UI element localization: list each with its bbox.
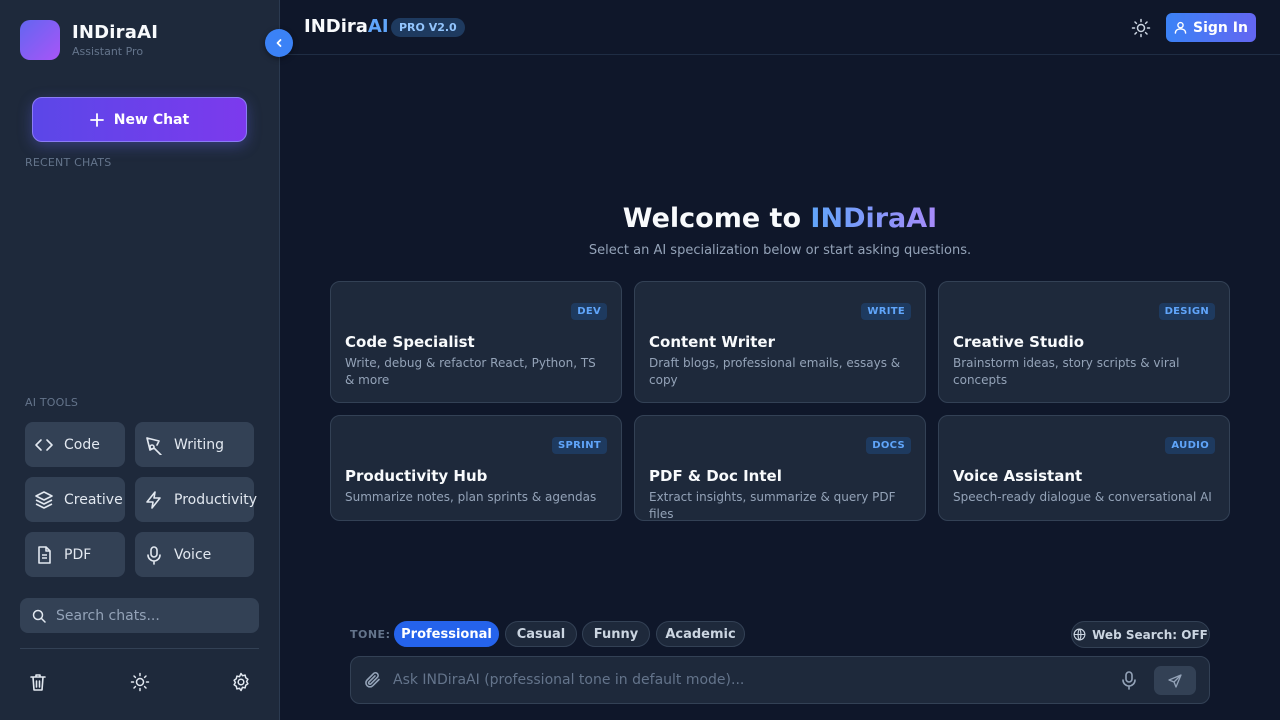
card-pdf-doc-intel[interactable]: DOCS PDF & Doc Intel Extract insights, s… <box>634 415 926 521</box>
brand: INDiraAI Assistant Pro <box>20 20 158 60</box>
tool-label: Voice <box>174 546 212 563</box>
theme-toggle-button[interactable] <box>1130 17 1152 39</box>
tool-label: Creative <box>64 491 123 508</box>
version-badge: PRO V2.0 <box>391 18 465 37</box>
search-chats[interactable] <box>20 598 259 633</box>
card-tag: DESIGN <box>1158 303 1215 320</box>
globe-icon <box>1073 628 1086 641</box>
welcome-subtitle: Select an AI specialization below or sta… <box>588 243 972 258</box>
message-composer <box>350 656 1210 704</box>
user-icon <box>1174 21 1187 34</box>
card-description: Summarize notes, plan sprints & agendas <box>345 490 597 504</box>
card-productivity-hub[interactable]: SPRINT Productivity Hub Summarize notes,… <box>330 415 622 521</box>
bolt-icon <box>146 490 161 509</box>
tool-voice-button[interactable]: Voice <box>135 532 254 577</box>
top-bar: INDiraAI PRO V2.0 Sign In <box>280 0 1280 55</box>
card-title: Content Writer <box>649 333 775 351</box>
tool-code-button[interactable]: Code <box>25 422 125 467</box>
pen-icon <box>146 436 162 455</box>
tool-writing-button[interactable]: Writing <box>135 422 254 467</box>
new-chat-label: New Chat <box>113 111 190 128</box>
card-description: Brainstorm ideas, story scripts & viral … <box>953 356 1180 387</box>
trash-icon[interactable] <box>27 671 49 693</box>
tone-funny[interactable]: Funny <box>582 621 650 647</box>
gear-icon[interactable] <box>230 671 252 693</box>
brand-logo <box>20 20 60 60</box>
message-input[interactable] <box>393 669 1093 691</box>
paperclip-icon[interactable] <box>363 670 383 694</box>
welcome-section: Welcome to INDiraAI Select an AI special… <box>280 203 1280 258</box>
card-tag: DOCS <box>866 437 911 454</box>
welcome-title: Welcome to INDiraAI <box>622 203 938 234</box>
collapse-sidebar-button[interactable] <box>265 29 293 57</box>
card-code-specialist[interactable]: DEV Code Specialist Write, debug & refac… <box>330 281 622 403</box>
card-content-writer[interactable]: WRITE Content Writer Draft blogs, profes… <box>634 281 926 403</box>
plus-icon <box>89 112 104 127</box>
search-icon <box>32 609 46 623</box>
brand-name: INDiraAI <box>72 22 159 43</box>
sidebar-divider <box>20 648 259 649</box>
sign-in-button[interactable]: Sign In <box>1166 13 1256 42</box>
code-icon <box>35 438 53 451</box>
layers-icon <box>35 490 53 509</box>
tool-label: Productivity <box>174 491 257 508</box>
brand-subtitle: Assistant Pro <box>72 45 144 58</box>
card-tag: DEV <box>571 303 607 320</box>
card-creative-studio[interactable]: DESIGN Creative Studio Brainstorm ideas,… <box>938 281 1230 403</box>
web-search-toggle[interactable]: Web Search: OFF <box>1071 621 1210 648</box>
card-description: Extract insights, summarize & query PDF … <box>649 490 896 521</box>
card-title: PDF & Doc Intel <box>649 467 782 485</box>
card-description: Draft blogs, professional emails, essays… <box>649 356 901 387</box>
mic-icon[interactable] <box>1119 670 1139 694</box>
file-icon <box>38 545 51 564</box>
tool-pdf-button[interactable]: PDF <box>25 532 125 577</box>
card-title: Voice Assistant <box>953 467 1083 485</box>
tool-label: Writing <box>174 436 224 453</box>
mic-icon <box>147 545 161 565</box>
tone-professional[interactable]: Professional <box>394 621 499 647</box>
sun-icon[interactable] <box>129 671 151 693</box>
new-chat-button[interactable]: New Chat <box>32 97 247 142</box>
card-title: Code Specialist <box>345 333 475 351</box>
search-input[interactable] <box>56 607 236 624</box>
ai-tools-grid: Code Writing Creative Productivity PDF V… <box>25 422 257 577</box>
send-button[interactable] <box>1154 666 1196 695</box>
card-description: Speech-ready dialogue & conversational A… <box>953 490 1212 504</box>
card-title: Productivity Hub <box>345 467 488 485</box>
card-voice-assistant[interactable]: AUDIO Voice Assistant Speech-ready dialo… <box>938 415 1230 521</box>
sidebar: INDiraAI Assistant Pro New Chat RECENT C… <box>0 0 280 720</box>
recent-chats-label: RECENT CHATS <box>25 156 112 169</box>
chevron-left-icon <box>276 39 282 47</box>
app-title: INDiraAI <box>304 16 389 37</box>
tool-productivity-button[interactable]: Productivity <box>135 477 257 522</box>
specialization-cards: DEV Code Specialist Write, debug & refac… <box>330 281 1230 521</box>
card-tag: WRITE <box>861 303 911 320</box>
card-tag: SPRINT <box>552 437 607 454</box>
tone-label: TONE: <box>350 628 391 641</box>
tool-creative-button[interactable]: Creative <box>25 477 125 522</box>
send-icon <box>1168 673 1182 688</box>
card-description: Write, debug & refactor React, Python, T… <box>345 356 596 387</box>
ai-tools-label: AI TOOLS <box>25 396 79 409</box>
tone-casual[interactable]: Casual <box>505 621 577 647</box>
card-title: Creative Studio <box>953 333 1085 351</box>
tool-label: Code <box>64 436 100 453</box>
sun-icon <box>1131 18 1151 38</box>
tool-label: PDF <box>64 546 92 563</box>
tone-academic[interactable]: Academic <box>656 621 745 647</box>
card-tag: AUDIO <box>1165 437 1215 454</box>
